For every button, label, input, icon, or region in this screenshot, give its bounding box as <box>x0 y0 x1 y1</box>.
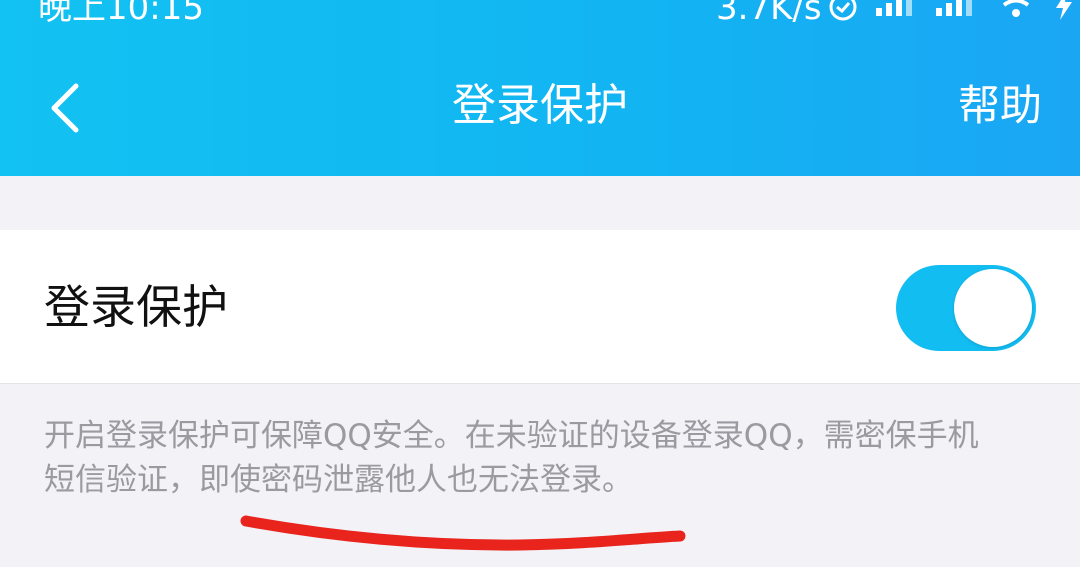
page-title: 登录保护 <box>452 80 628 131</box>
description-text: 开启登录保护可保障QQ安全。在未验证的设备登录QQ，需密保手机 短信验证，即使密… <box>44 414 1044 502</box>
network-speed: 3.7K/s <box>716 0 822 28</box>
signal-icon <box>876 0 912 16</box>
login-protection-label: 登录保护 <box>44 280 228 334</box>
status-icons <box>828 0 1074 22</box>
app-header: 晚上10:15 3.7K/s 登录保护 帮助 <box>0 0 1080 176</box>
login-protection-toggle[interactable] <box>896 265 1036 351</box>
description-line-1: 开启登录保护可保障QQ安全。在未验证的设备登录QQ，需密保手机 <box>44 418 979 454</box>
alarm-icon <box>829 0 857 21</box>
status-time: 晚上10:15 <box>38 0 204 28</box>
charging-icon <box>1056 0 1072 20</box>
toggle-knob <box>954 269 1032 347</box>
wifi-icon <box>1002 0 1030 17</box>
signal-icon-2 <box>936 0 972 16</box>
status-bar: 晚上10:15 3.7K/s <box>0 0 1080 30</box>
help-button[interactable]: 帮助 <box>958 78 1042 134</box>
description-line-2: 短信验证，即使密码泄露他人也无法登录。 <box>44 462 633 498</box>
